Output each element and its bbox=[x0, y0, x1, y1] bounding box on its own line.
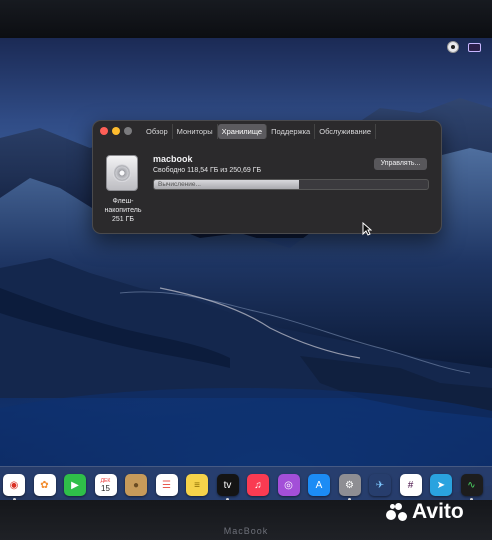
reminders-glyph: ☰ bbox=[162, 479, 171, 491]
storage-usage-status: Вычисление... bbox=[158, 181, 201, 188]
storage-usage-bar: Вычисление... bbox=[153, 179, 429, 190]
avito-wordmark: Avito bbox=[412, 500, 464, 523]
flash-drive-icon bbox=[106, 155, 138, 191]
music-glyph: ♫ bbox=[254, 479, 262, 491]
laptop-brand-label: MacBook bbox=[223, 526, 269, 536]
facetime-icon[interactable]: ▶ bbox=[64, 474, 86, 496]
migration-bird-icon[interactable]: ✈ bbox=[369, 474, 391, 496]
about-this-mac-window: Обзор Мониторы Хранилище Поддержка Обслу… bbox=[92, 120, 442, 234]
window-titlebar[interactable]: Обзор Мониторы Хранилище Поддержка Обслу… bbox=[93, 121, 441, 143]
notes-glyph: ≡ bbox=[194, 479, 200, 491]
podcasts-glyph: ◎ bbox=[284, 479, 293, 491]
telegram-glyph: ➤ bbox=[436, 479, 446, 491]
tab-overview[interactable]: Обзор bbox=[142, 124, 173, 139]
input-source-icon[interactable] bbox=[468, 43, 481, 52]
avito-logo-icon bbox=[386, 502, 408, 522]
slack-glyph: # bbox=[407, 479, 414, 491]
tab-displays[interactable]: Мониторы bbox=[173, 124, 218, 139]
tv-icon[interactable]: tv bbox=[216, 474, 239, 496]
zoom-button[interactable] bbox=[124, 127, 132, 135]
app-store-icon[interactable]: A bbox=[308, 474, 330, 496]
notes-icon[interactable]: ≡ bbox=[186, 474, 208, 496]
photos-icon[interactable]: ✿ bbox=[33, 474, 56, 496]
system-preferences-icon[interactable]: ⚙ bbox=[338, 474, 361, 496]
facetime-glyph: ▶ bbox=[71, 479, 79, 491]
tab-bar: Обзор Мониторы Хранилище Поддержка Обслу… bbox=[142, 124, 377, 139]
chrome-icon[interactable]: ◉ bbox=[3, 474, 25, 496]
contacts-icon[interactable]: ● bbox=[125, 474, 147, 496]
manage-button[interactable]: Управлять... bbox=[374, 158, 427, 170]
calendar-icon[interactable]: ДЕК 15 bbox=[94, 474, 117, 496]
tv-glyph: tv bbox=[223, 479, 232, 491]
reminders-icon[interactable]: ☰ bbox=[155, 474, 178, 496]
calendar-glyph: 15 bbox=[101, 484, 110, 493]
podcasts-icon[interactable]: ◎ bbox=[277, 474, 300, 496]
tab-support[interactable]: Поддержка bbox=[267, 124, 316, 139]
laptop-bezel-top bbox=[0, 0, 492, 38]
minimize-button[interactable] bbox=[112, 127, 120, 135]
photos-glyph: ✿ bbox=[40, 479, 49, 491]
disk-type-label: Флеш- накопитель 251 ГБ bbox=[104, 198, 142, 223]
mouse-pointer-icon bbox=[362, 222, 372, 236]
disk-name: macbook bbox=[153, 154, 193, 164]
slack-icon[interactable]: # bbox=[399, 474, 422, 496]
avito-watermark: Avito bbox=[386, 500, 464, 524]
system-preferences-glyph: ⚙ bbox=[345, 479, 354, 491]
tab-service[interactable]: Обслуживание bbox=[315, 124, 377, 139]
app-store-glyph: A bbox=[315, 479, 323, 491]
desktop-wallpaper bbox=[0, 38, 492, 500]
contacts-glyph: ● bbox=[132, 479, 140, 491]
close-button[interactable] bbox=[100, 127, 108, 135]
activity-monitor-glyph: ∿ bbox=[467, 479, 476, 491]
telegram-icon[interactable]: ➤ bbox=[430, 474, 452, 496]
wallpaper-landscape bbox=[0, 98, 492, 500]
music-icon[interactable]: ♫ bbox=[247, 474, 269, 496]
chrome-glyph: ◉ bbox=[9, 479, 19, 491]
disk-free-space: Свободно 118,54 ГБ из 250,69 ГБ bbox=[153, 167, 262, 174]
migration-bird-glyph: ✈ bbox=[375, 479, 385, 491]
tab-storage[interactable]: Хранилище bbox=[217, 124, 268, 139]
activity-monitor-icon[interactable]: ∿ bbox=[460, 474, 483, 496]
status-user-icon[interactable] bbox=[447, 41, 459, 53]
